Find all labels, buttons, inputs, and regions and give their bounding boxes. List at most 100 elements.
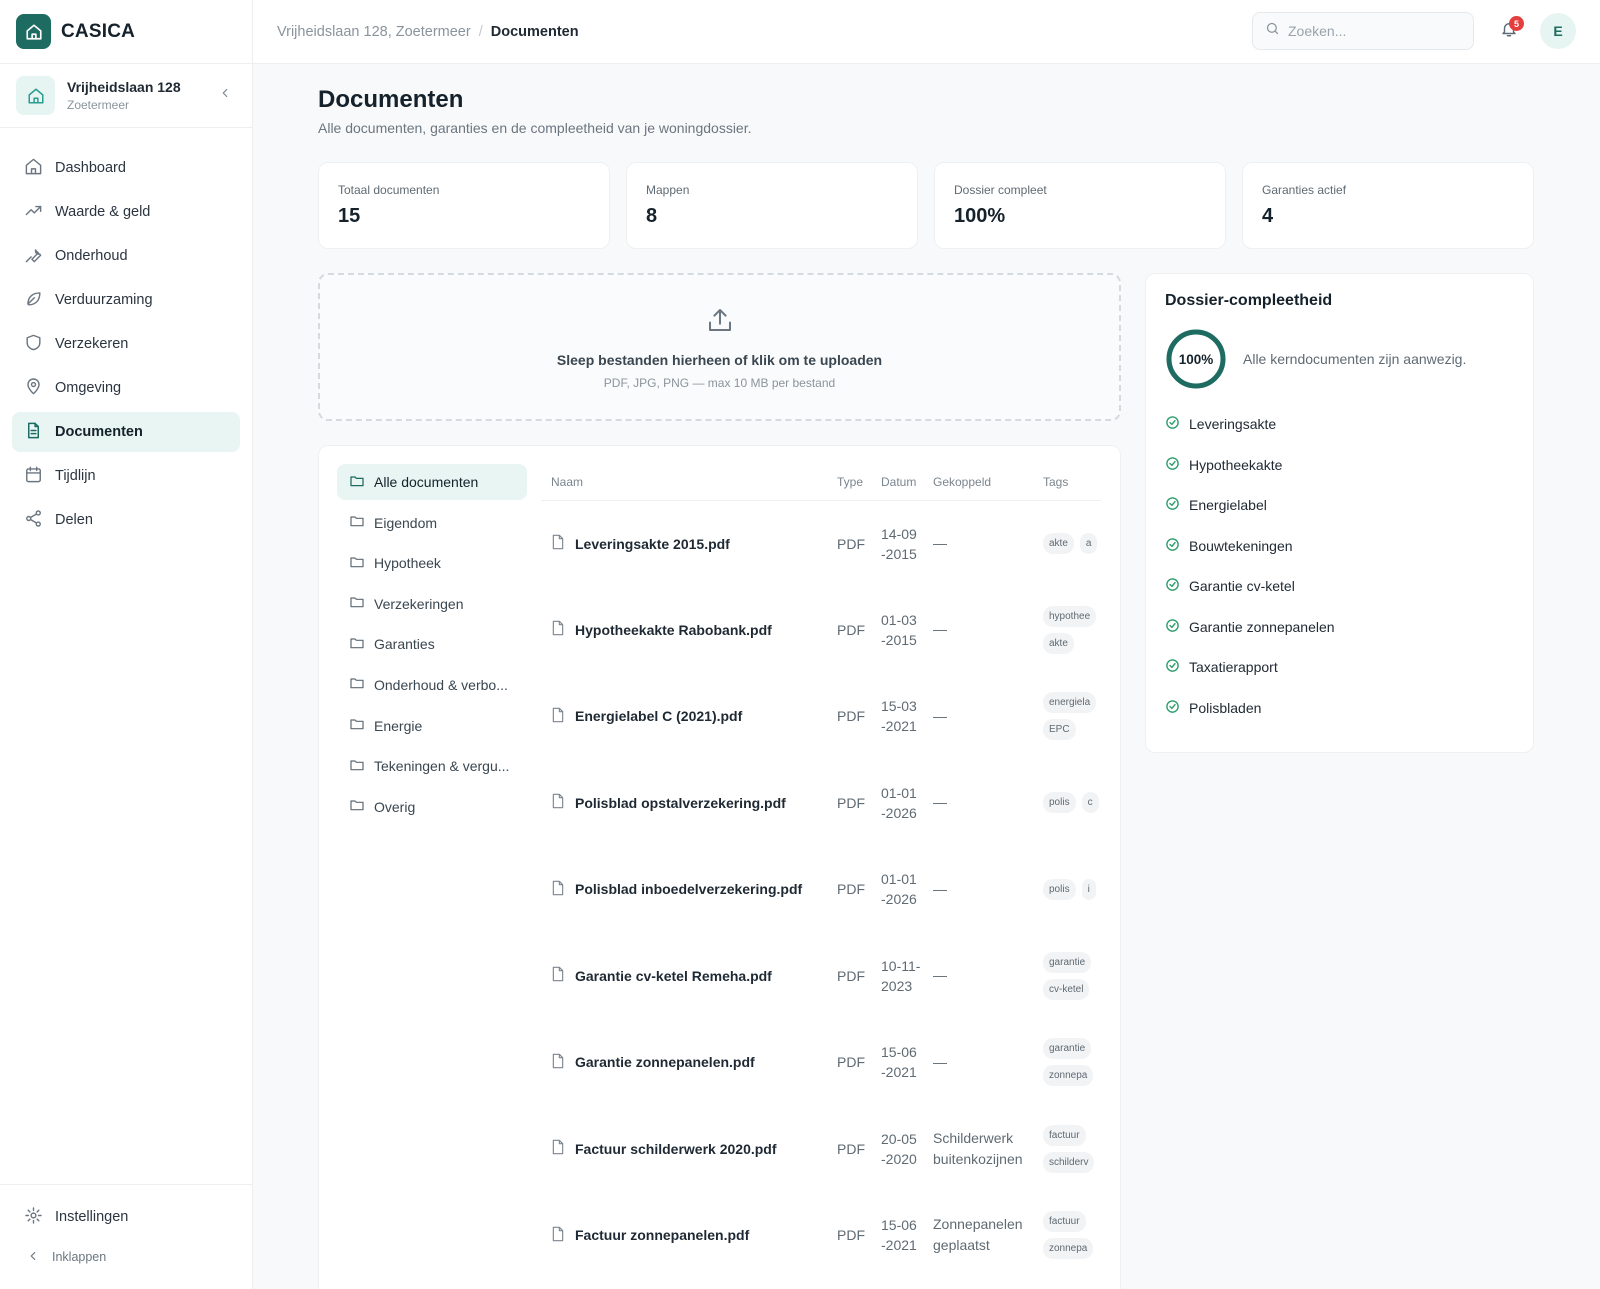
nav-item-verduurzaming[interactable]: Verduurzaming [12, 280, 240, 320]
avatar[interactable]: E [1540, 13, 1576, 49]
search-input[interactable] [1288, 23, 1458, 39]
nav-label: Onderhoud [55, 248, 128, 264]
nav-item-waarde[interactable]: Waarde & geld [12, 192, 240, 232]
table-row[interactable]: Garantie cv-ketel Remeha.pdf PDF 10-11-202… [541, 933, 1101, 1020]
documents-panel: Alle documenten Eigendom Hypotheek Verze… [318, 445, 1121, 1289]
check-circle-icon [1165, 658, 1180, 676]
folder-item[interactable]: Garanties [337, 626, 527, 662]
folder-item[interactable]: Overig [337, 789, 527, 825]
document-name[interactable]: Polisblad opstalverzekering.pdf [551, 793, 827, 812]
folder-item[interactable]: Hypotheek [337, 545, 527, 581]
collapse-button[interactable]: Inklappen [12, 1237, 240, 1277]
nav-item-documenten[interactable]: Documenten [12, 412, 240, 452]
document-name[interactable]: Leveringsakte 2015.pdf [551, 534, 827, 553]
nav-label: Dashboard [55, 160, 126, 176]
document-name[interactable]: Polisblad inboedelverzekering.pdf [551, 880, 827, 899]
table-row[interactable]: Leveringsakte 2015.pdf PDF 14-09-2015 — akte… [541, 500, 1101, 587]
folder-item[interactable]: Verzekeringen [337, 586, 527, 622]
folder-item[interactable]: Energie [337, 708, 527, 744]
property-city: Zoetermeer [67, 98, 130, 112]
search-box[interactable] [1252, 12, 1474, 50]
checklist-item: Polisbladen [1165, 688, 1514, 729]
document-linked: — [933, 621, 947, 638]
folder-icon [349, 554, 365, 573]
tag-badge[interactable]: polis [1043, 792, 1076, 814]
column-header-naam[interactable]: Naam [541, 464, 827, 501]
table-row[interactable]: Garantie zonnepanelen.pdf PDF 15-06-2021 — g… [541, 1019, 1101, 1106]
stat-card: Garanties actief 4 [1242, 162, 1534, 249]
tag-badge[interactable]: factuur [1043, 1124, 1086, 1146]
tag-badge[interactable]: c [1081, 792, 1099, 814]
table-row[interactable]: Factuur schilderwerk 2020.pdf PDF 20-05-20… [541, 1106, 1101, 1193]
home-icon [16, 76, 55, 115]
nav-item-omgeving[interactable]: Omgeving [12, 368, 240, 408]
document-date: 01-01-2026 [881, 784, 917, 821]
nav-item-dashboard[interactable]: Dashboard [12, 148, 240, 188]
document-date: 15-06-2021 [881, 1044, 917, 1081]
nav-item-onderhoud[interactable]: Onderhoud [12, 236, 240, 276]
table-row[interactable]: Factuur zonnepanelen.pdf PDF 15-06-2021 Zon… [541, 1192, 1101, 1279]
document-name[interactable]: Garantie zonnepanelen.pdf [551, 1053, 827, 1072]
tag-badge[interactable]: EPC [1043, 719, 1076, 741]
document-name-label: Garantie zonnepanelen.pdf [575, 1054, 755, 1071]
tag-badge[interactable]: i [1081, 878, 1096, 900]
document-type: PDF [837, 1227, 865, 1244]
sidebar-footer: Instellingen Inklappen [0, 1184, 252, 1289]
document-date: 15-06-2021 [881, 1217, 917, 1254]
sidebar: CASICA Vrijheidslaan 128 Zoetermeer Dash… [0, 0, 253, 1289]
document-type: PDF [837, 794, 865, 811]
table-row[interactable]: Polisblad opstalverzekering.pdf PDF 01-01-… [541, 760, 1101, 847]
settings-button[interactable]: Instellingen [12, 1197, 240, 1237]
document-name[interactable]: Hypotheekakte Rabobank.pdf [551, 620, 827, 639]
property-selector[interactable]: Vrijheidslaan 128 Zoetermeer [0, 64, 252, 128]
file-icon [551, 1053, 565, 1072]
nav-item-delen[interactable]: Delen [12, 500, 240, 540]
folder-item[interactable]: Tekeningen & vergu... [337, 748, 527, 784]
tag-badge[interactable]: akte [1043, 533, 1074, 554]
document-name[interactable]: Garantie cv-ketel Remeha.pdf [551, 966, 827, 985]
column-header-datum[interactable]: Datum [871, 464, 923, 501]
folder-item[interactable]: Onderhoud & verbo... [337, 667, 527, 703]
notifications-button[interactable]: 5 [1500, 16, 1524, 43]
brand[interactable]: CASICA [0, 0, 252, 64]
page-subtitle: Alle documenten, garanties en de complee… [318, 120, 752, 136]
tag-badge[interactable]: zonnepa [1043, 1238, 1094, 1260]
check-circle-icon [1165, 618, 1180, 636]
tag-badge[interactable]: energiela [1043, 692, 1097, 714]
tag-badge[interactable]: zonnepa [1043, 1065, 1094, 1087]
breadcrumb-parent[interactable]: Vrijheidslaan 128, Zoetermeer [277, 24, 471, 40]
column-header-tags[interactable]: Tags [1033, 464, 1101, 501]
table-row[interactable]: Energielabel C (2021).pdf PDF 15-03-2021 — e… [541, 673, 1101, 760]
tag-badge[interactable]: garantie [1043, 951, 1092, 973]
column-header-type[interactable]: Type [827, 464, 871, 501]
tag-badge[interactable]: schilderv [1043, 1151, 1095, 1173]
nav-label: Omgeving [55, 380, 122, 396]
nav-item-tijdlijn[interactable]: Tijdlijn [12, 456, 240, 496]
document-type: PDF [837, 1054, 865, 1071]
tag-badge[interactable]: hypothee [1043, 605, 1097, 627]
search-icon [1265, 21, 1280, 41]
settings-label: Instellingen [55, 1209, 129, 1225]
document-name-label: Polisblad inboedelverzekering.pdf [575, 881, 803, 898]
table-row[interactable]: Hypotheekakte Rabobank.pdf PDF 01-03-2015 —… [541, 587, 1101, 674]
document-name[interactable]: Factuur zonnepanelen.pdf [551, 1226, 827, 1245]
document-name[interactable]: Factuur schilderwerk 2020.pdf [551, 1139, 827, 1158]
chevron-left-icon[interactable] [218, 86, 232, 105]
tag-badge[interactable]: factuur [1043, 1211, 1086, 1233]
nav-item-verzekeren[interactable]: Verzekeren [12, 324, 240, 364]
stats-row: Totaal documenten 15 Mappen 8 Dossier co… [318, 162, 1534, 249]
checklist-item: Energielabel [1165, 485, 1514, 526]
tag-badge[interactable]: akte [1043, 632, 1074, 654]
table-row[interactable]: Polisblad inboedelverzekering.pdf PDF 01-0… [541, 846, 1101, 933]
tag-badge[interactable]: cv-ketel [1043, 978, 1090, 1000]
folder-item[interactable]: Eigendom [337, 505, 527, 541]
tag-badge[interactable]: garantie [1043, 1038, 1092, 1060]
table-body: Leveringsakte 2015.pdf PDF 14-09-2015 — akte… [541, 500, 1101, 1279]
folder-item[interactable]: Alle documenten [337, 464, 527, 500]
document-name[interactable]: Energielabel C (2021).pdf [551, 707, 827, 726]
column-header-gekoppeld[interactable]: Gekoppeld [923, 464, 1033, 501]
folder-icon [349, 797, 365, 816]
upload-dropzone[interactable]: Sleep bestanden hierheen of klik om te u… [318, 273, 1121, 421]
tag-badge[interactable]: polis [1043, 878, 1076, 900]
tag-badge[interactable]: a [1079, 533, 1098, 554]
